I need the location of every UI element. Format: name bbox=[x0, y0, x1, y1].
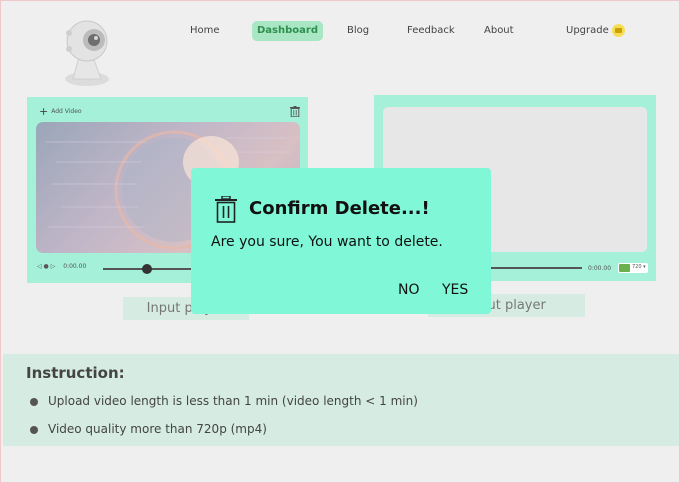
nav-about[interactable]: About bbox=[484, 21, 514, 41]
trash-icon[interactable] bbox=[290, 106, 300, 117]
quality-select[interactable]: 720 ▾ bbox=[618, 263, 648, 273]
add-video-label: Add Video bbox=[51, 108, 82, 115]
add-video-button[interactable]: + Add Video bbox=[39, 105, 82, 118]
crown-icon bbox=[612, 24, 625, 37]
nav-dashboard[interactable]: Dashboard bbox=[252, 21, 323, 41]
settings-icon bbox=[619, 264, 630, 272]
progress-knob[interactable] bbox=[142, 264, 153, 274]
plus-icon: + bbox=[39, 105, 49, 118]
nav-feedback[interactable]: Feedback bbox=[407, 21, 455, 41]
bullet-icon bbox=[30, 425, 38, 434]
nav-blog[interactable]: Blog bbox=[347, 21, 369, 41]
output-progress-track[interactable] bbox=[486, 267, 582, 269]
bullet-icon bbox=[30, 397, 38, 406]
pause-icon[interactable]: ● bbox=[44, 263, 49, 270]
output-time-display: 0:00.00 bbox=[588, 265, 612, 272]
no-button[interactable]: NO bbox=[398, 282, 420, 298]
quality-label: 720 ▾ bbox=[632, 264, 646, 270]
instruction-item: Video quality more than 720p (mp4) bbox=[30, 422, 267, 436]
prev-icon[interactable]: ◁ bbox=[37, 263, 42, 270]
instruction-text: Upload video length is less than 1 min (… bbox=[48, 394, 418, 408]
trash-icon bbox=[215, 196, 237, 223]
instruction-item: Upload video length is less than 1 min (… bbox=[30, 394, 418, 408]
player-controls: ◁ ● ▷ 0:00.00 bbox=[37, 263, 86, 270]
next-icon[interactable]: ▷ bbox=[51, 263, 56, 270]
nav-upgrade[interactable]: Upgrade bbox=[566, 21, 609, 41]
dialog-title: Confirm Delete...! bbox=[249, 198, 430, 219]
nav-home[interactable]: Home bbox=[190, 21, 220, 41]
instructions-title: Instruction: bbox=[26, 364, 125, 382]
instructions-section: Instruction: Upload video length is less… bbox=[3, 354, 679, 446]
confirm-delete-dialog: Confirm Delete...! Are you sure, You wan… bbox=[191, 168, 491, 314]
yes-button[interactable]: YES bbox=[442, 282, 468, 298]
dialog-message: Are you sure, You want to delete. bbox=[211, 234, 443, 250]
instruction-text: Video quality more than 720p (mp4) bbox=[48, 422, 267, 436]
top-nav: Home Dashboard Blog Feedback About Upgra… bbox=[1, 21, 680, 41]
time-display: 0:00.00 bbox=[63, 263, 87, 270]
